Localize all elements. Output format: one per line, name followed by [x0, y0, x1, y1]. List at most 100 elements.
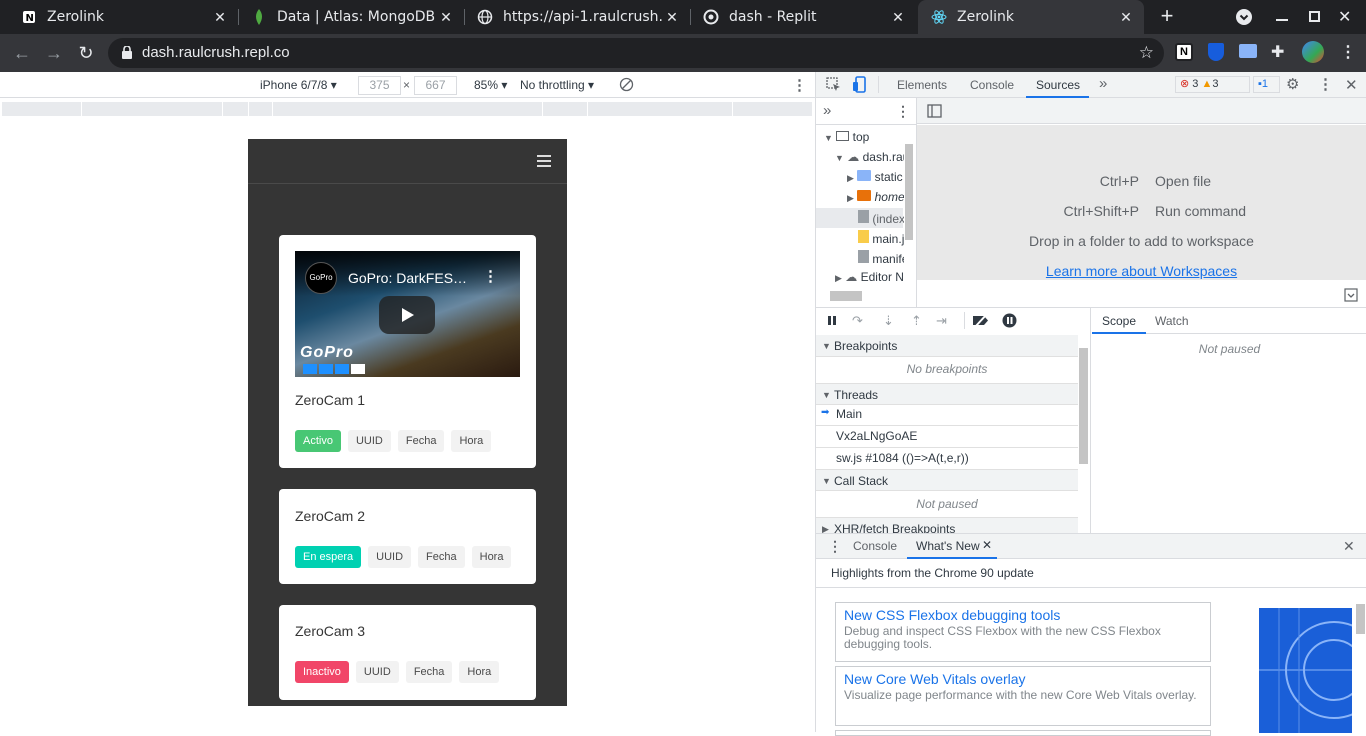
reload-icon[interactable]: ↻: [74, 41, 98, 65]
back-arrow-icon[interactable]: ←: [10, 41, 34, 65]
step-out-icon[interactable]: ⇡: [911, 313, 922, 329]
toggle-sidebar-icon[interactable]: [927, 104, 942, 121]
minimize-icon[interactable]: [1276, 19, 1288, 21]
threads-header[interactable]: ▼ Threads: [816, 383, 1078, 405]
close-icon[interactable]: ✕: [436, 9, 456, 26]
tree-item-mainjs[interactable]: main.js: [858, 230, 904, 246]
navigator-vertical-scrollbar[interactable]: [905, 132, 913, 282]
drawer-scrollbar[interactable]: [1356, 590, 1365, 733]
device-toggle-icon[interactable]: [852, 76, 868, 96]
thread-item[interactable]: Vx2aLNgGoAE: [836, 429, 917, 443]
tab-api[interactable]: https://api-1.raulcrush.repl.co ✕: [464, 0, 690, 34]
toggle-debugger-icon[interactable]: [1344, 288, 1358, 305]
forward-arrow-icon[interactable]: →: [42, 41, 66, 65]
drawer-tab-whats-new[interactable]: What's New: [916, 539, 980, 553]
tree-item-domain[interactable]: ▼ ☁ dash.raulcrush.repl.co: [835, 150, 904, 164]
device-toolbar-menu-icon[interactable]: ⋮: [792, 76, 807, 94]
step-icon[interactable]: ⇥: [936, 313, 947, 329]
width-input[interactable]: 375: [358, 76, 401, 95]
tab-scope[interactable]: Scope: [1102, 314, 1136, 328]
tree-item-editor[interactable]: ▶ ☁ Editor Network: [835, 270, 904, 284]
settings-gear-icon[interactable]: ⚙: [1286, 75, 1299, 93]
channel-avatar[interactable]: GoPro: [305, 262, 337, 294]
close-icon[interactable]: ✕: [1116, 9, 1136, 26]
tab-search-icon[interactable]: [1236, 9, 1252, 25]
device-select[interactable]: iPhone 6/7/8 ▾: [260, 78, 337, 92]
video-title[interactable]: GoPro: DarkFEST 2021 - Raw: [348, 270, 470, 286]
media-query-segment[interactable]: [2, 102, 82, 116]
tab-zerolink-notion[interactable]: N Zerolink ✕: [8, 0, 238, 34]
tab-replit[interactable]: dash - Replit ✕: [690, 0, 916, 34]
bookmark-star-icon[interactable]: ☆: [1139, 38, 1154, 68]
close-icon[interactable]: ✕: [210, 9, 230, 26]
bitwarden-extension-icon[interactable]: [1208, 43, 1224, 61]
tree-item-static[interactable]: ▶ static: [847, 170, 904, 184]
pause-icon[interactable]: [826, 314, 838, 329]
video-menu-icon[interactable]: ⋮: [483, 267, 498, 285]
inspect-element-icon[interactable]: [826, 77, 841, 95]
breakpoints-header[interactable]: ▼ Breakpoints: [816, 335, 1078, 357]
messages-counter[interactable]: ▪1: [1253, 76, 1280, 93]
call-stack-header[interactable]: ▼ Call Stack: [816, 469, 1078, 491]
debugger-scrollbar[interactable]: [1079, 338, 1088, 528]
new-tab-button[interactable]: +: [1156, 5, 1178, 28]
drawer-tab-console[interactable]: Console: [853, 539, 897, 553]
whats-new-title[interactable]: New Core Web Vitals overlay: [844, 671, 1202, 687]
height-input[interactable]: 667: [414, 76, 457, 95]
navigator-horizontal-scrollbar[interactable]: [820, 291, 904, 301]
maximize-icon[interactable]: [1309, 11, 1320, 22]
more-tabs-icon[interactable]: »: [1099, 75, 1107, 92]
step-into-icon[interactable]: ⇣: [883, 313, 894, 329]
tab-console[interactable]: Console: [970, 78, 1014, 92]
tree-item-manifest[interactable]: manifest.json: [858, 250, 904, 266]
window-close-icon[interactable]: ✕: [1338, 7, 1351, 27]
devtools-menu-icon[interactable]: ⋮: [1318, 75, 1333, 93]
issues-counter[interactable]: ⊗ 3 ▲3: [1175, 76, 1250, 93]
video-player[interactable]: GoPro GoPro: DarkFEST 2021 - Raw ⋮ GoPro: [295, 251, 520, 377]
thread-item[interactable]: sw.js #1084 (()=>A(t,e,r)): [836, 451, 969, 465]
hamburger-menu-icon[interactable]: [537, 155, 551, 167]
more-navigator-tabs-icon[interactable]: »: [823, 102, 831, 119]
tree-item-index[interactable]: (index): [858, 210, 904, 226]
deactivate-breakpoints-icon[interactable]: [972, 313, 990, 331]
zoom-select[interactable]: 85% ▾: [474, 78, 507, 92]
close-tab-icon[interactable]: ✕: [982, 538, 992, 552]
media-query-segment[interactable]: [249, 102, 273, 116]
close-icon[interactable]: ✕: [662, 9, 682, 26]
notion-extension-icon[interactable]: N: [1175, 43, 1193, 61]
drawer-menu-icon[interactable]: ⋮: [828, 538, 842, 555]
tab-watch[interactable]: Watch: [1155, 314, 1189, 328]
whats-new-item[interactable]: New Core Web Vitals overlay Visualize pa…: [835, 666, 1211, 726]
whats-new-item[interactable]: [835, 730, 1211, 736]
whats-new-item[interactable]: New CSS Flexbox debugging tools Debug an…: [835, 602, 1211, 662]
media-query-segment[interactable]: [733, 102, 813, 116]
tree-item-home[interactable]: ▶ home: [847, 190, 904, 204]
tab-sources[interactable]: Sources: [1036, 78, 1080, 92]
browser-menu-icon[interactable]: ⋮: [1340, 42, 1356, 62]
profile-avatar[interactable]: [1302, 41, 1324, 63]
step-over-icon[interactable]: ↷: [852, 313, 863, 329]
throttling-select[interactable]: No throttling ▾: [520, 78, 594, 92]
media-query-segment[interactable]: [273, 102, 543, 116]
tree-item-top[interactable]: ▼ top: [824, 130, 904, 144]
tab-zerolink-active[interactable]: Zerolink ✕: [918, 0, 1144, 34]
media-query-segment[interactable]: [82, 102, 223, 116]
screenshot-extension-icon[interactable]: [1239, 44, 1257, 58]
media-query-segment[interactable]: [543, 102, 588, 116]
extensions-puzzle-icon[interactable]: ✚: [1271, 42, 1284, 62]
close-drawer-icon[interactable]: ✕: [1343, 538, 1355, 555]
workspaces-link[interactable]: Learn more about Workspaces: [917, 263, 1366, 279]
media-query-segment[interactable]: [588, 102, 733, 116]
play-button[interactable]: [379, 296, 435, 334]
tab-mongodb[interactable]: Data | Atlas: MongoDB Atlas ✕: [238, 0, 464, 34]
close-devtools-icon[interactable]: ✕: [1345, 76, 1358, 94]
close-icon[interactable]: ✕: [888, 9, 908, 26]
thread-item[interactable]: Main: [836, 407, 862, 421]
media-query-segment[interactable]: [223, 102, 249, 116]
navigator-menu-icon[interactable]: ⋮: [896, 103, 910, 120]
pause-on-exceptions-icon[interactable]: [1002, 313, 1017, 331]
whats-new-title[interactable]: New CSS Flexbox debugging tools: [844, 607, 1202, 623]
rotate-icon[interactable]: [619, 77, 634, 95]
tab-elements[interactable]: Elements: [897, 78, 947, 92]
address-bar[interactable]: dash.raulcrush.repl.co ☆: [108, 38, 1164, 68]
